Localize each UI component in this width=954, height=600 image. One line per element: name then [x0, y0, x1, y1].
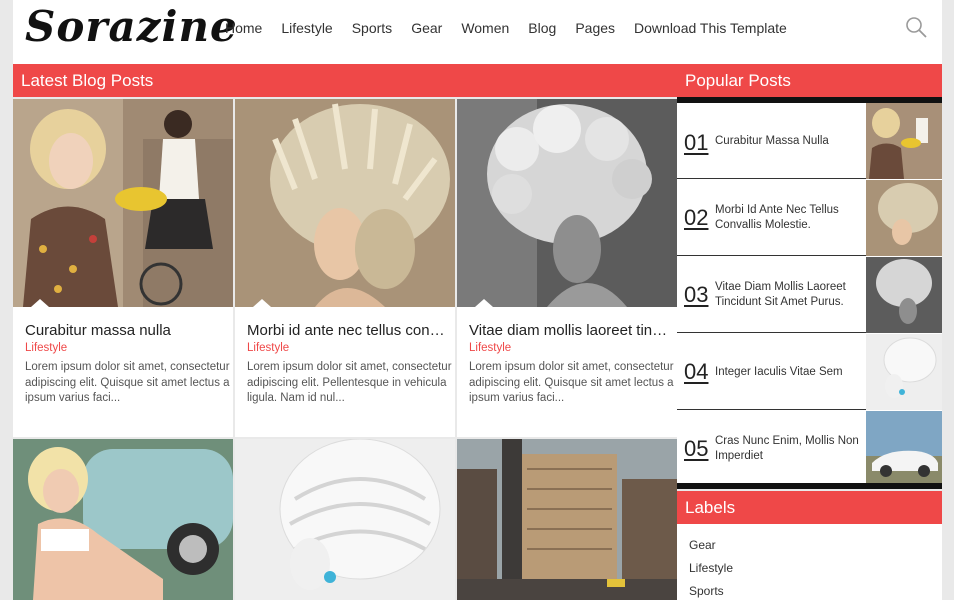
- popular-post-thumbnail[interactable]: [866, 334, 942, 410]
- nav-download-template[interactable]: Download This Template: [634, 20, 787, 36]
- label-link-sports[interactable]: Sports: [689, 584, 724, 598]
- post-excerpt: Lorem ipsum dolor sit amet, consectetur …: [469, 361, 674, 404]
- popular-post-item[interactable]: 05 Cras Nunc Enim, Mollis Non Imperdiet: [677, 411, 942, 487]
- post-excerpt: Lorem ipsum dolor sit amet, consectetur …: [247, 361, 452, 404]
- post-title[interactable]: Morbi id ante nec tellus convallis: [247, 322, 447, 339]
- nav-sports[interactable]: Sports: [352, 20, 392, 36]
- popular-posts-heading: Popular Posts: [677, 64, 942, 97]
- post-thumbnail[interactable]: [235, 439, 455, 600]
- post-category[interactable]: Lifestyle: [469, 342, 511, 354]
- label-link-gear[interactable]: Gear: [689, 538, 716, 552]
- nav-pages[interactable]: Pages: [575, 20, 615, 36]
- popular-post-number: 01: [684, 130, 709, 155]
- label-link-lifestyle[interactable]: Lifestyle: [689, 561, 733, 575]
- popular-post-thumbnail[interactable]: [866, 180, 942, 256]
- post-thumbnail[interactable]: [457, 439, 677, 600]
- post-title[interactable]: Vitae diam mollis laoreet tincidunt: [469, 322, 669, 339]
- popular-post-item[interactable]: 03 Vitae Diam Mollis Laoreet Tincidunt S…: [677, 257, 942, 333]
- labels-heading: Labels: [677, 491, 942, 524]
- post-card[interactable]: Vitae diam mollis laoreet tincidunt Life…: [457, 99, 677, 437]
- main-nav: Home Lifestyle Sports Gear Women Blog Pa…: [225, 20, 806, 36]
- popular-post-number: 04: [684, 359, 709, 384]
- popular-post-title[interactable]: Morbi Id Ante Nec Tellus Convallis Moles…: [715, 203, 860, 233]
- post-thumbnail[interactable]: [13, 99, 233, 307]
- popular-post-title[interactable]: Integer Iaculis Vitae Sem: [715, 365, 860, 380]
- popular-post-item[interactable]: 01 Curabitur Massa Nulla: [677, 103, 942, 179]
- post-excerpt: Lorem ipsum dolor sit amet, consectetur …: [25, 361, 230, 404]
- popular-post-number: 02: [684, 205, 709, 230]
- thumbnail-pointer: [31, 299, 49, 307]
- nav-blog[interactable]: Blog: [528, 20, 556, 36]
- popular-post-item[interactable]: 04 Integer Iaculis Vitae Sem: [677, 334, 942, 410]
- popular-post-item[interactable]: 02 Morbi Id Ante Nec Tellus Convallis Mo…: [677, 180, 942, 256]
- post-category[interactable]: Lifestyle: [247, 342, 289, 354]
- popular-post-number: 03: [684, 282, 709, 307]
- post-card[interactable]: Morbi id ante nec tellus convallis Lifes…: [235, 99, 455, 437]
- post-category[interactable]: Lifestyle: [25, 342, 67, 354]
- nav-lifestyle[interactable]: Lifestyle: [281, 20, 332, 36]
- popular-post-thumbnail[interactable]: [866, 257, 942, 333]
- post-card[interactable]: [13, 439, 233, 600]
- nav-women[interactable]: Women: [461, 20, 509, 36]
- popular-post-thumbnail[interactable]: [866, 103, 942, 179]
- latest-posts-heading: Latest Blog Posts: [13, 64, 677, 97]
- search-icon[interactable]: [905, 16, 927, 38]
- thumbnail-pointer: [475, 299, 493, 307]
- post-title[interactable]: Curabitur massa nulla: [25, 322, 225, 339]
- post-thumbnail[interactable]: [235, 99, 455, 307]
- popular-post-title[interactable]: Cras Nunc Enim, Mollis Non Imperdiet: [715, 434, 860, 464]
- nav-gear[interactable]: Gear: [411, 20, 442, 36]
- popular-post-thumbnail[interactable]: [866, 411, 942, 487]
- thumbnail-pointer: [253, 299, 271, 307]
- post-thumbnail[interactable]: [457, 99, 677, 307]
- site-logo[interactable]: Sorazine: [25, 2, 238, 51]
- popular-post-title[interactable]: Curabitur Massa Nulla: [715, 134, 860, 149]
- popular-posts-widget: 01 Curabitur Massa Nulla 02 Morbi Id Ant…: [677, 97, 942, 489]
- post-thumbnail[interactable]: [13, 439, 233, 600]
- popular-post-title[interactable]: Vitae Diam Mollis Laoreet Tincidunt Sit …: [715, 280, 860, 310]
- divider: [677, 483, 942, 489]
- post-card[interactable]: [235, 439, 455, 600]
- post-card[interactable]: [457, 439, 677, 600]
- popular-post-number: 05: [684, 436, 709, 461]
- latest-posts-grid: Curabitur massa nulla Lifestyle Lorem ip…: [13, 99, 677, 600]
- nav-home[interactable]: Home: [225, 20, 262, 36]
- site-header: Sorazine Home Lifestyle Sports Gear Wome…: [13, 0, 942, 64]
- post-card[interactable]: Curabitur massa nulla Lifestyle Lorem ip…: [13, 99, 233, 437]
- labels-widget: Gear Lifestyle Sports: [677, 524, 942, 600]
